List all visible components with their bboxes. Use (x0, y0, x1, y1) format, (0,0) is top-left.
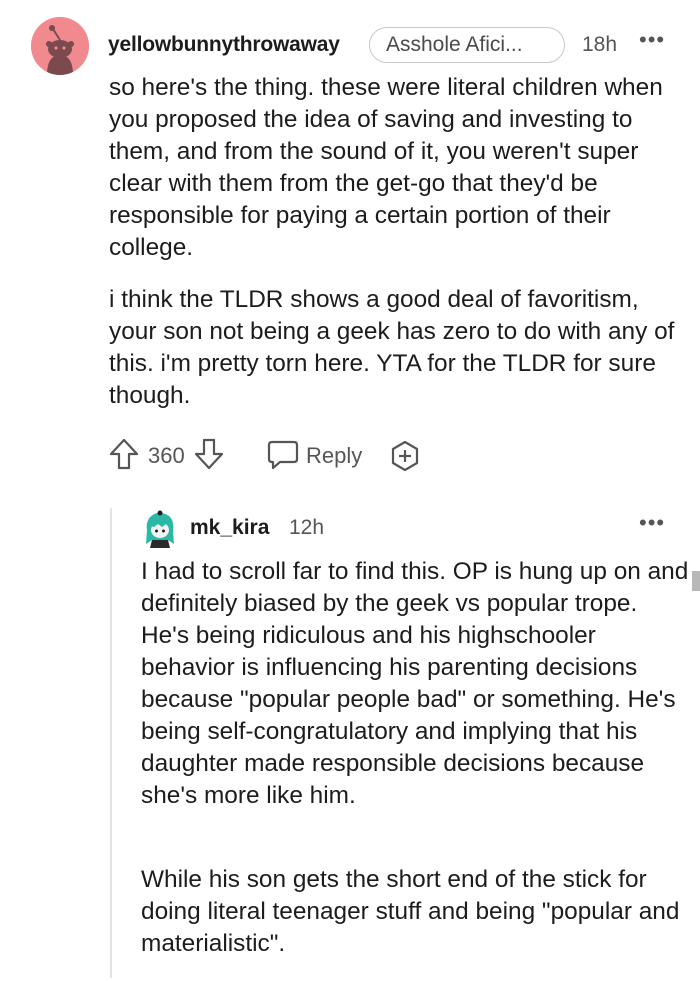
user-avatar[interactable] (31, 17, 89, 75)
snoo-avatar-icon (31, 17, 89, 75)
comment-username[interactable]: yellowbunnythrowaway (108, 33, 340, 57)
vote-score: 360 (148, 443, 185, 468)
thread-line[interactable] (110, 508, 112, 978)
reply-username[interactable]: mk_kira (190, 516, 269, 540)
more-options-icon[interactable]: ••• (639, 29, 665, 51)
award-icon[interactable] (388, 439, 422, 478)
reply-user-avatar[interactable] (144, 510, 176, 548)
reply-timestamp: 12h (289, 516, 325, 539)
reply-paragraph: I had to scroll far to find this. OP is … (141, 558, 689, 809)
upvote-icon[interactable] (108, 437, 140, 476)
downvote-icon[interactable] (193, 437, 225, 476)
comment-paragraph: i think the TLDR shows a good deal of fa… (109, 286, 675, 409)
reply-button[interactable]: Reply (266, 437, 366, 473)
comment-paragraph: so here's the thing. these were literal … (109, 74, 663, 261)
reply-paragraph: While his son gets the short end of the … (141, 866, 680, 957)
comment-timestamp: 18h (582, 33, 618, 56)
snoo-avatar-icon (146, 510, 174, 548)
user-flair: Asshole Afici... (369, 27, 565, 63)
scrollbar-thumb[interactable] (692, 571, 700, 591)
more-options-icon[interactable]: ••• (639, 512, 665, 534)
comment-actions: 360 Reply (108, 437, 528, 475)
speech-bubble-icon (266, 439, 300, 476)
reply-label: Reply (306, 443, 363, 468)
